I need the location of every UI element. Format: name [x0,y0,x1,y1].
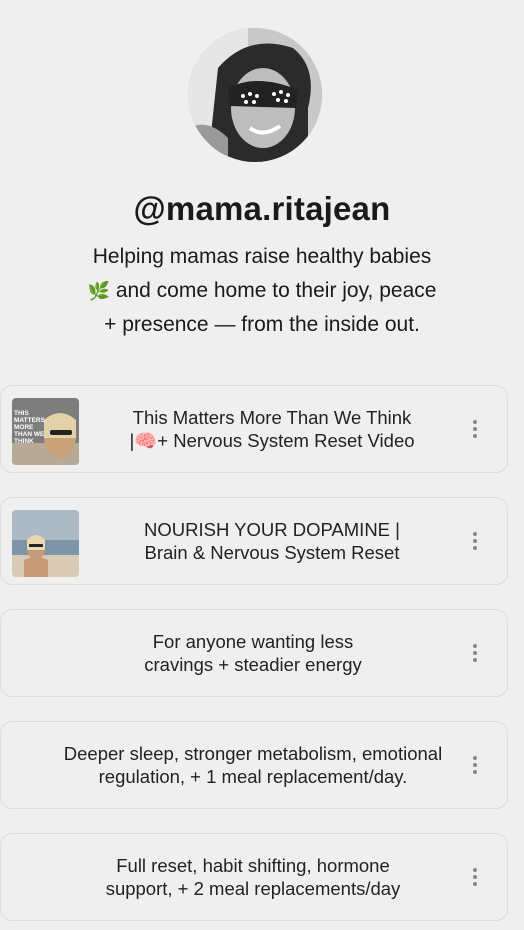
link-title-line2: Brain & Nervous System Reset [144,542,400,563]
link-title: This Matters More Than We Think |🧠+ Nerv… [81,386,463,472]
bio-line: 🌿 and come home to their joy, peace [87,279,437,302]
more-vertical-icon[interactable] [473,756,477,774]
bio-line: Helping mamas raise healthy babies [92,245,432,268]
link-title: Full reset, habit shifting, hormone supp… [37,834,469,920]
thumbnail-caption: THIS MATTERS MORE THAN WE THINK [14,410,45,445]
more-vertical-icon[interactable] [473,644,477,662]
link-card[interactable]: NOURISH YOUR DOPAMINE | Brain & Nervous … [0,497,508,585]
link-title: Deeper sleep, stronger metabolism, emoti… [37,722,469,808]
link-card[interactable]: THIS MATTERS MORE THAN WE THINK This Mat… [0,385,508,473]
link-title-line1: Full reset, habit shifting, hormone [116,855,390,876]
link-title-line1: NOURISH YOUR DOPAMINE | [144,519,400,540]
link-title-line1: This Matters More Than We Think [132,407,412,428]
more-vertical-icon[interactable] [473,868,477,886]
more-vertical-icon[interactable] [473,420,477,438]
avatar [188,28,322,162]
bio-line: + presence — from the inside out. [104,313,420,336]
link-title: NOURISH YOUR DOPAMINE | Brain & Nervous … [81,498,463,584]
link-card[interactable]: Full reset, habit shifting, hormone supp… [0,833,508,921]
link-title: For anyone wanting less cravings + stead… [37,610,469,696]
profile-bio: Helping mamas raise healthy babies 🌿 and… [30,240,494,342]
link-title-line2: support, + 2 meal replacements/day [105,878,401,899]
profile-handle: @mama.ritajean [133,190,391,227]
leaf-icon: 🌿 [87,281,110,301]
link-card[interactable]: For anyone wanting less cravings + stead… [0,609,508,697]
link-title-line2: regulation, + 1 meal replacement/day. [98,766,408,787]
link-thumbnail: THIS MATTERS MORE THAN WE THINK [12,398,79,465]
profile-photo [188,28,322,162]
more-vertical-icon[interactable] [473,532,477,550]
link-title-line2: |🧠+ Nervous System Reset Video [129,430,415,451]
link-thumbnail [12,510,79,577]
link-title-line1: For anyone wanting less [152,631,354,652]
link-card[interactable]: Deeper sleep, stronger metabolism, emoti… [0,721,508,809]
link-title-line1: Deeper sleep, stronger metabolism, emoti… [63,743,443,764]
link-title-line2: cravings + steadier energy [144,654,362,675]
